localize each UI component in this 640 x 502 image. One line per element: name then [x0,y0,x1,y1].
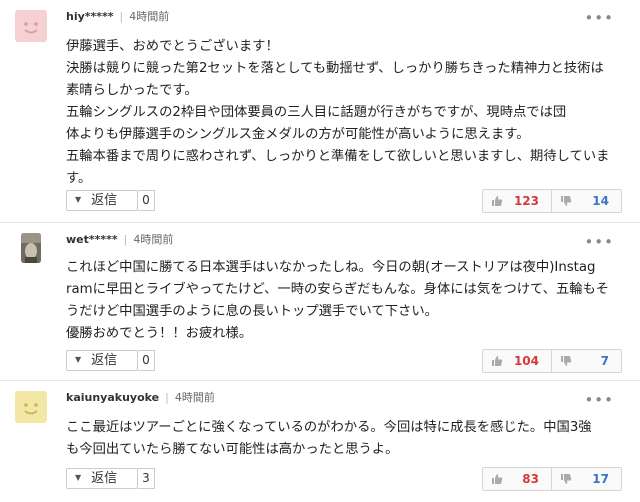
comment-line: 素晴らしかったです。 [66,83,198,98]
reply-label: 返信 [91,471,118,486]
username[interactable]: wet***** [66,233,118,246]
comment-3: kaiunyakuyoke | 4時間前 ••• ここ最近はツアーごとに強くなってい… [0,381,640,502]
bad-button[interactable]: 14 [552,189,622,213]
timestamp: 4時間前 [133,233,174,246]
comment-meta: hiy***** | 4時間前 [66,10,169,24]
reply-button[interactable]: ▼ 返信 [66,190,138,211]
comment-line: 体よりも伊藤選手のシングルス金メダルの方が可能性が高いように思えます。 [66,127,530,142]
comment-line: 決勝は競りに競った第2セットを落としても動揺せず、しっかり勝ちきった精神力と技術… [66,61,604,76]
triangle-down-icon: ▼ [75,195,82,204]
good-count: 104 [513,354,539,368]
triangle-down-icon: ▼ [75,355,82,364]
comment-meta: kaiunyakuyoke | 4時間前 [66,391,215,405]
reply-button[interactable]: ▼ 返信 [66,350,138,371]
comment-body: 伊藤選手、おめでとうございます！ 決勝は競りに競った第2セットを落としても動揺せ… [66,36,626,190]
more-menu-icon[interactable]: ••• [584,393,614,408]
good-count: 123 [513,194,539,208]
reply-count: 0 [138,350,155,371]
timestamp: 4時間前 [174,391,215,404]
more-menu-icon[interactable]: ••• [584,11,614,26]
thumbs-up-icon [492,196,503,206]
bad-button[interactable]: 7 [552,349,622,373]
good-button[interactable]: 104 [482,349,552,373]
reply-count: 0 [138,190,155,211]
meta-separator: | [123,233,128,246]
bad-count: 17 [592,472,609,486]
comment-line: す。 [66,171,92,186]
meta-separator: | [119,10,124,23]
reply-label: 返信 [91,353,118,368]
good-button[interactable]: 123 [482,189,552,213]
comment-line: ramに早田とライブやってたけど、一時の安らぎだもんな。身体には気をつけて、五輪… [66,282,609,297]
meta-separator: | [165,391,169,404]
bad-button[interactable]: 17 [552,467,622,491]
reply-button[interactable]: ▼ 返信 [66,468,138,489]
photo-avatar-icon [21,233,41,263]
bad-count: 14 [592,194,609,208]
triangle-down-icon: ▼ [75,473,82,482]
username[interactable]: kaiunyakuyoke [66,391,159,404]
avatar[interactable] [15,391,47,423]
comment-line: 伊藤選手、おめでとうございます！ [66,39,279,54]
comment-2: wet***** | 4時間前 ••• これほど中国に勝てる日本選手はいなかったしね… [0,223,640,379]
thumbs-down-icon [561,356,572,366]
good-count: 83 [522,472,539,486]
more-menu-icon[interactable]: ••• [584,235,614,250]
comment-line: 五輪本番まで周りに惑わされず、しっかりと準備をして欲しいと思いますし、期待してい… [66,149,610,164]
comment-line: これほど中国に勝てる日本選手はいなかったしね。今日の朝(オーストリアは夜中)In… [66,260,596,275]
username[interactable]: hiy***** [66,10,114,23]
comment-line: ここ最近はツアーごとに強くなっているのがわかる。今回は特に成長を感じた。中国3強 [66,420,592,435]
thumbs-up-icon [492,356,503,366]
comment-line: 優勝おめでとう！！お疲れ様。 [66,326,253,341]
timestamp: 4時間前 [129,10,170,23]
comment-body: これほど中国に勝てる日本選手はいなかったしね。今日の朝(オーストリアは夜中)In… [66,257,626,345]
bad-count: 7 [600,354,609,368]
reply-label: 返信 [91,193,118,208]
thumbs-down-icon [561,474,572,484]
comment-line: うだけど中国選手のように息の長いトップ選手でいて下さい。 [66,304,438,319]
good-button[interactable]: 83 [482,467,552,491]
smiley-icon [24,22,38,34]
thumbs-up-icon [492,474,503,484]
comment-body: ここ最近はツアーごとに強くなっているのがわかる。今回は特に成長を感じた。中国3強… [66,417,626,461]
comment-line: 五輪シングルスの2枠目や団体要員の三人目に話題が行きがちですが、現時点では団 [66,105,567,120]
reply-count: 3 [138,468,155,489]
smiley-icon [24,403,38,415]
comment-meta: wet***** | 4時間前 [66,233,173,247]
comment-line: も今回出ていたら勝てない可能性は高かったと思うよ。 [66,442,399,457]
thumbs-down-icon [561,196,572,206]
avatar[interactable] [15,10,47,42]
comment-1: hiy***** | 4時間前 ••• 伊藤選手、おめでとうございます！ 決勝は競り… [0,0,640,222]
avatar[interactable] [21,233,41,263]
